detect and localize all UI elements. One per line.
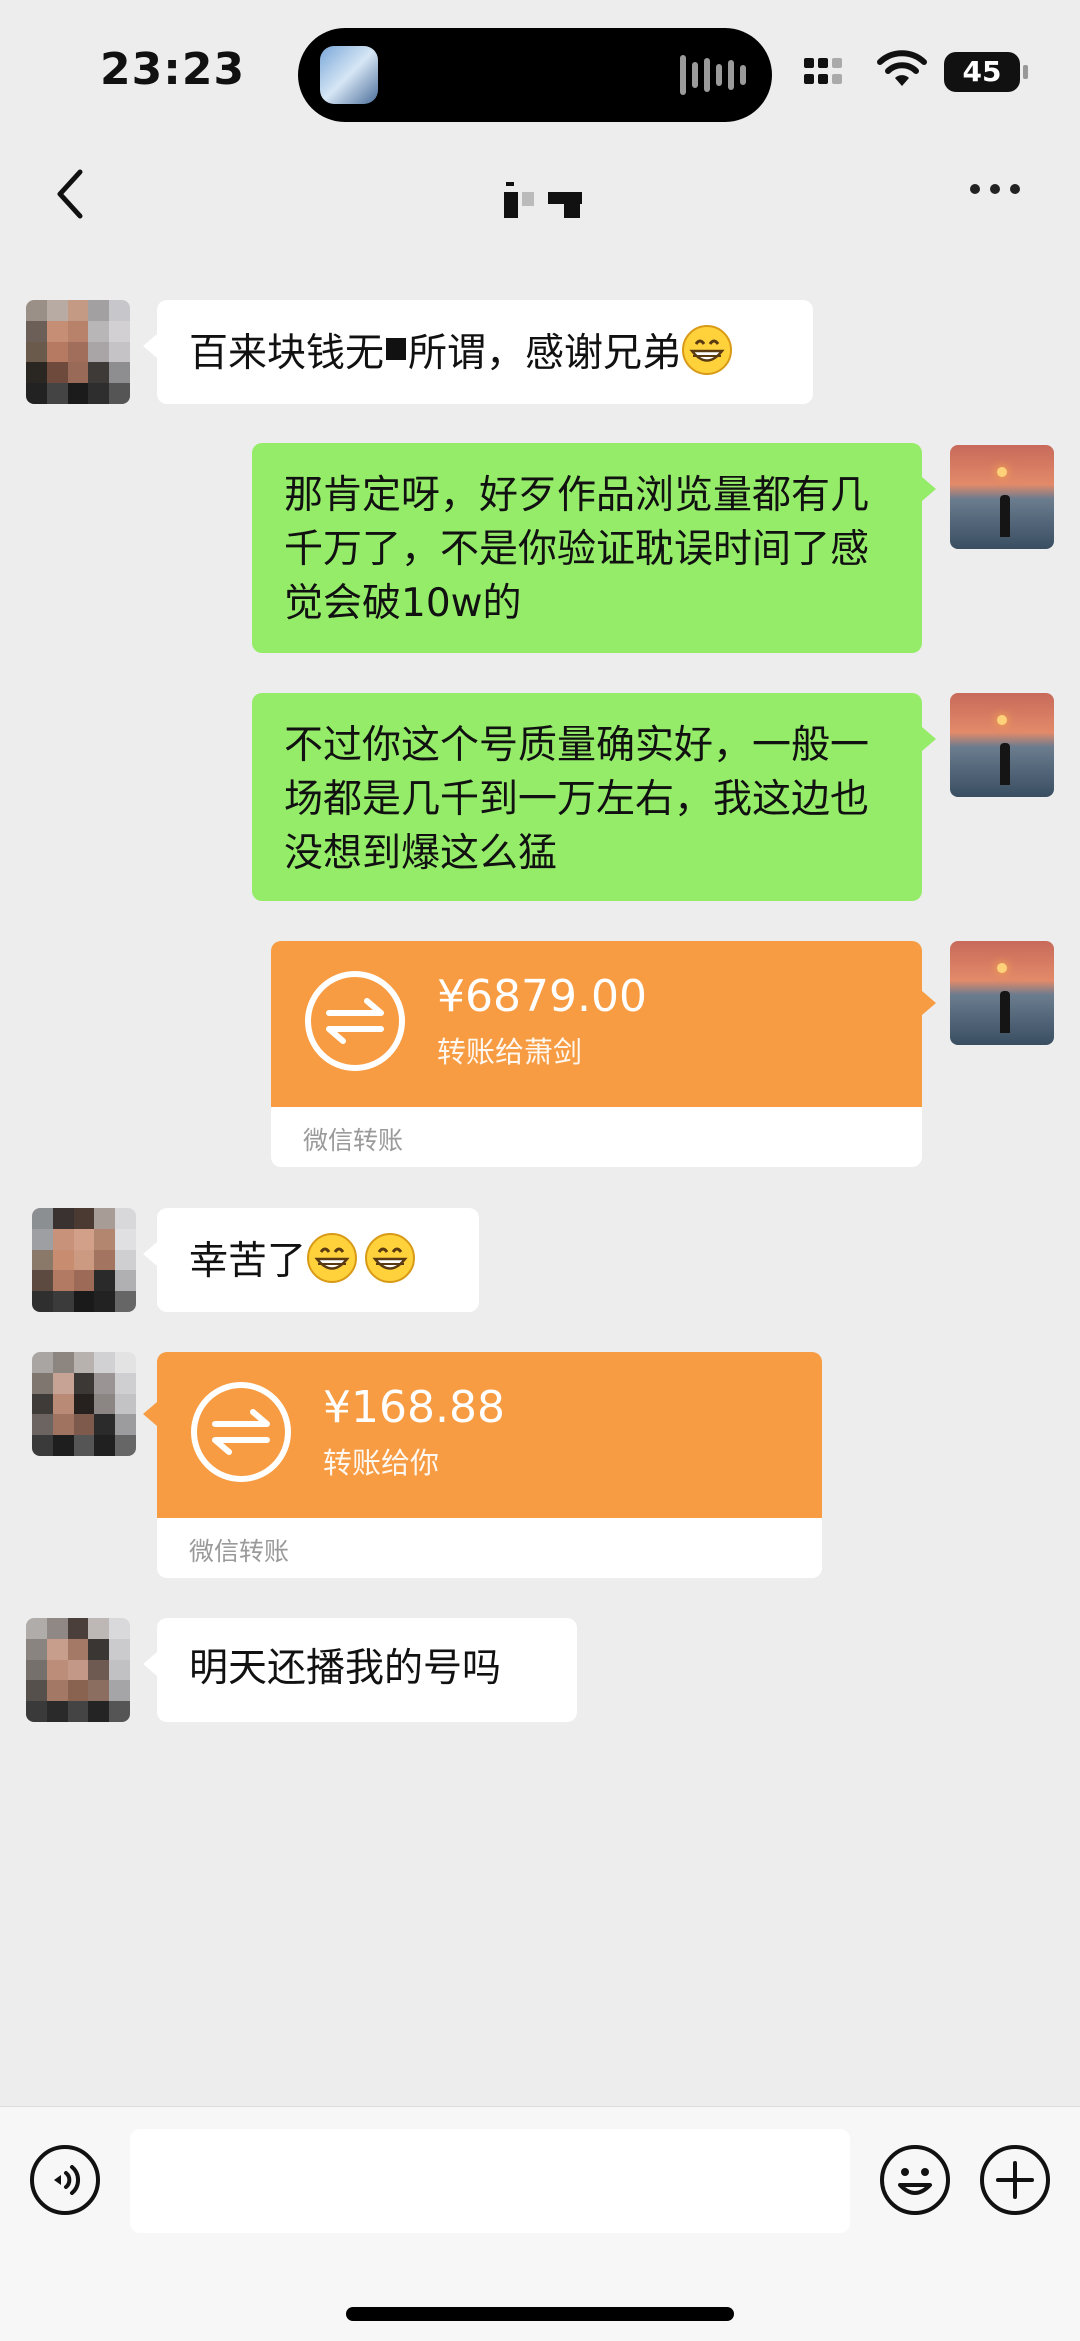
message-text: 所谓，感谢兄弟 [408,331,682,376]
grin-emoji [365,1233,416,1283]
transfer-amount: ¥168.88 [323,1382,505,1433]
grin-emoji [682,325,733,375]
now-playing-thumbnail [320,46,378,104]
status-time: 23:23 [100,44,246,95]
avatar[interactable] [950,941,1054,1045]
transfer-amount: ¥6879.00 [437,971,647,1022]
audio-wave-icon [680,54,746,96]
message-bubble[interactable]: 明天还播我的号吗 [143,1618,577,1722]
avatar[interactable] [32,1352,136,1456]
silhouette-shape [1000,991,1010,1033]
plus-icon[interactable] [978,2143,1052,2217]
transfer-label: 转账给萧剑 [437,1035,583,1069]
message-input[interactable] [130,2129,850,2233]
chevron-left-icon[interactable] [50,164,90,224]
grin-emoji [307,1233,358,1283]
home-indicator[interactable] [346,2307,734,2321]
message-text: 那肯定呀，好歹作品浏览量都有几千万了，不是你验证耽误时间了感觉会破10w的 [284,473,870,626]
silhouette-shape [1000,743,1010,785]
message-bubble[interactable]: 幸苦了 [143,1208,479,1312]
battery-indicator: 45 [944,52,1028,92]
transfer-footer: 微信转账 [271,1107,922,1167]
sun-shape [997,715,1007,725]
message-text: 幸苦了 [189,1239,307,1284]
transfer-card-top: ¥6879.00 转账给萧剑 [271,941,922,1107]
transfer-arrows-icon [305,971,405,1071]
more-dots-icon[interactable] [970,184,1020,194]
redaction-mark [386,338,407,360]
dynamic-island[interactable] [298,28,772,122]
transfer-card-top: ¥168.88 转账给你 [157,1352,822,1518]
status-bar: 23:23 45 [0,0,1080,140]
sun-shape [997,963,1007,973]
transfer-arrows-icon [191,1382,291,1482]
avatar[interactable] [32,1208,136,1312]
contact-name-redacted [500,180,590,220]
input-bar [0,2106,1080,2341]
message-text: 百来块钱无 [189,331,385,376]
avatar[interactable] [26,1618,130,1722]
message-text: 不过你这个号质量确实好，一般一场都是几千到一万左右，我这边也没想到爆这么猛 [284,723,870,876]
voice-icon[interactable] [28,2143,102,2217]
avatar[interactable] [26,300,130,404]
smiley-icon[interactable] [878,2143,952,2217]
transfer-card[interactable]: ¥6879.00 转账给萧剑 微信转账 [271,941,936,1167]
cellular-signal-icon [804,58,842,84]
message-bubble[interactable]: 那肯定呀，好歹作品浏览量都有几千万了，不是你验证耽误时间了感觉会破10w的 [252,443,936,653]
message-bubble[interactable]: 百来块钱无 所谓，感谢兄弟 [143,300,813,404]
avatar[interactable] [950,693,1054,797]
chat-header [0,140,1080,250]
transfer-footer: 微信转账 [157,1518,822,1578]
message-text: 明天还播我的号吗 [189,1646,502,1691]
message-bubble[interactable]: 不过你这个号质量确实好，一般一场都是几千到一万左右，我这边也没想到爆这么猛 [252,693,936,901]
transfer-label: 转账给你 [323,1446,440,1480]
wifi-icon [877,50,927,86]
sun-shape [997,467,1007,477]
transfer-card[interactable]: ¥168.88 转账给你 微信转账 [143,1352,822,1578]
silhouette-shape [1000,495,1010,537]
avatar[interactable] [950,445,1054,549]
